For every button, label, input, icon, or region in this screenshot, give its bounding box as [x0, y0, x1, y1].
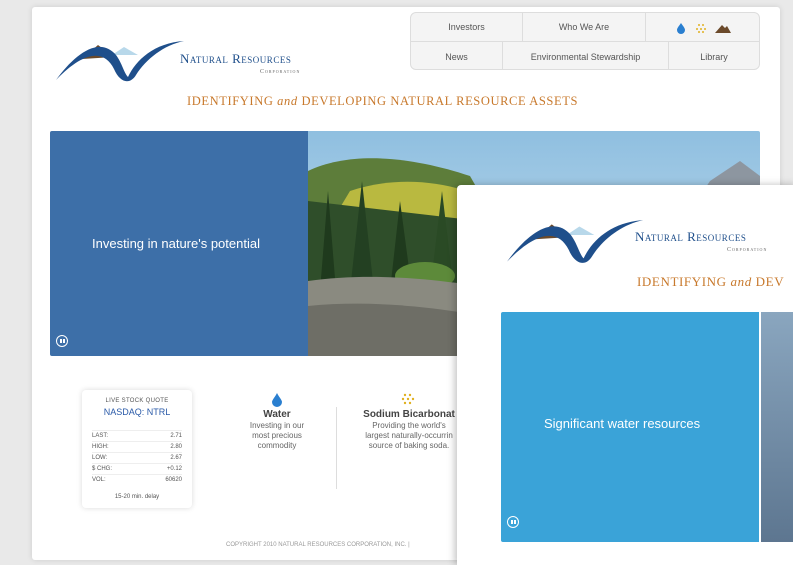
stock-row: LOW: 2.67 — [92, 452, 182, 463]
tagline: IDENTIFYING and DEVELOPING NATURAL RESOU… — [187, 94, 579, 108]
stock-row: HIGH: 2.80 — [92, 441, 182, 452]
sodium-dots-icon — [695, 23, 706, 33]
sodium-dots-icon — [401, 393, 415, 405]
nav-environmental-stewardship[interactable]: Environmental Stewardship — [503, 44, 668, 70]
nav-news[interactable]: News — [411, 44, 502, 70]
overlay-brand-name: Natural Resources — [635, 229, 747, 244]
copyright: COPYRIGHT 2010 NATURAL RESOURCES CORPORA… — [226, 542, 410, 548]
stock-quote-widget: LIVE STOCK QUOTE NASDAQ: NTRL LAST: 2.71 … — [82, 390, 192, 508]
overlay-brand-subtitle: Corporation — [727, 247, 768, 253]
stock-delay-note: 15-20 min. delay — [114, 494, 160, 500]
overlay-hero-banner: Significant water resources — [501, 312, 793, 542]
hero-caption-panel: Investing in nature's potential — [50, 131, 308, 356]
stock-row: LAST: 2.71 — [92, 430, 182, 441]
water-drop-icon — [272, 393, 282, 407]
overlay-tagline: IDENTIFYING and DEV — [637, 274, 785, 289]
overlay-caption-panel: Significant water resources — [501, 312, 759, 542]
logo[interactable]: Natural Resources Corporation — [54, 25, 324, 85]
mountain-icon — [714, 24, 731, 33]
hero-caption: Investing in nature's potential — [92, 236, 260, 251]
overlay-hero-caption: Significant water resources — [544, 416, 701, 431]
stock-title: LIVE STOCK QUOTE — [105, 398, 169, 404]
feature-sodium[interactable]: Sodium Bicarbonat Providing the world's … — [350, 393, 468, 451]
nav-icons — [646, 14, 759, 40]
stock-row: VOL: 60620 — [92, 474, 182, 485]
brand-subtitle: Corporation — [260, 69, 301, 75]
stock-row: $ CHG: +0.12 — [92, 463, 182, 474]
brand-name: Natural Resources — [180, 51, 292, 66]
nav-library[interactable]: Library — [669, 44, 759, 70]
feature-water[interactable]: Water Investing in our most precious com… — [232, 393, 322, 451]
overlay-page: Natural Resources Corporation IDENTIFYIN… — [457, 185, 793, 565]
pause-icon[interactable] — [507, 516, 519, 528]
nav-investors[interactable]: Investors — [411, 14, 522, 40]
overlay-logo[interactable]: Natural Resources Corporation — [505, 203, 793, 273]
feature-divider — [336, 407, 337, 489]
nav-who-we-are[interactable]: Who We Are — [523, 14, 645, 40]
water-drop-icon — [676, 22, 685, 34]
stock-symbol[interactable]: NASDAQ: NTRL — [82, 407, 192, 417]
top-nav: Investors Who We Are News Environmental … — [410, 12, 760, 70]
pause-icon[interactable] — [56, 335, 68, 347]
